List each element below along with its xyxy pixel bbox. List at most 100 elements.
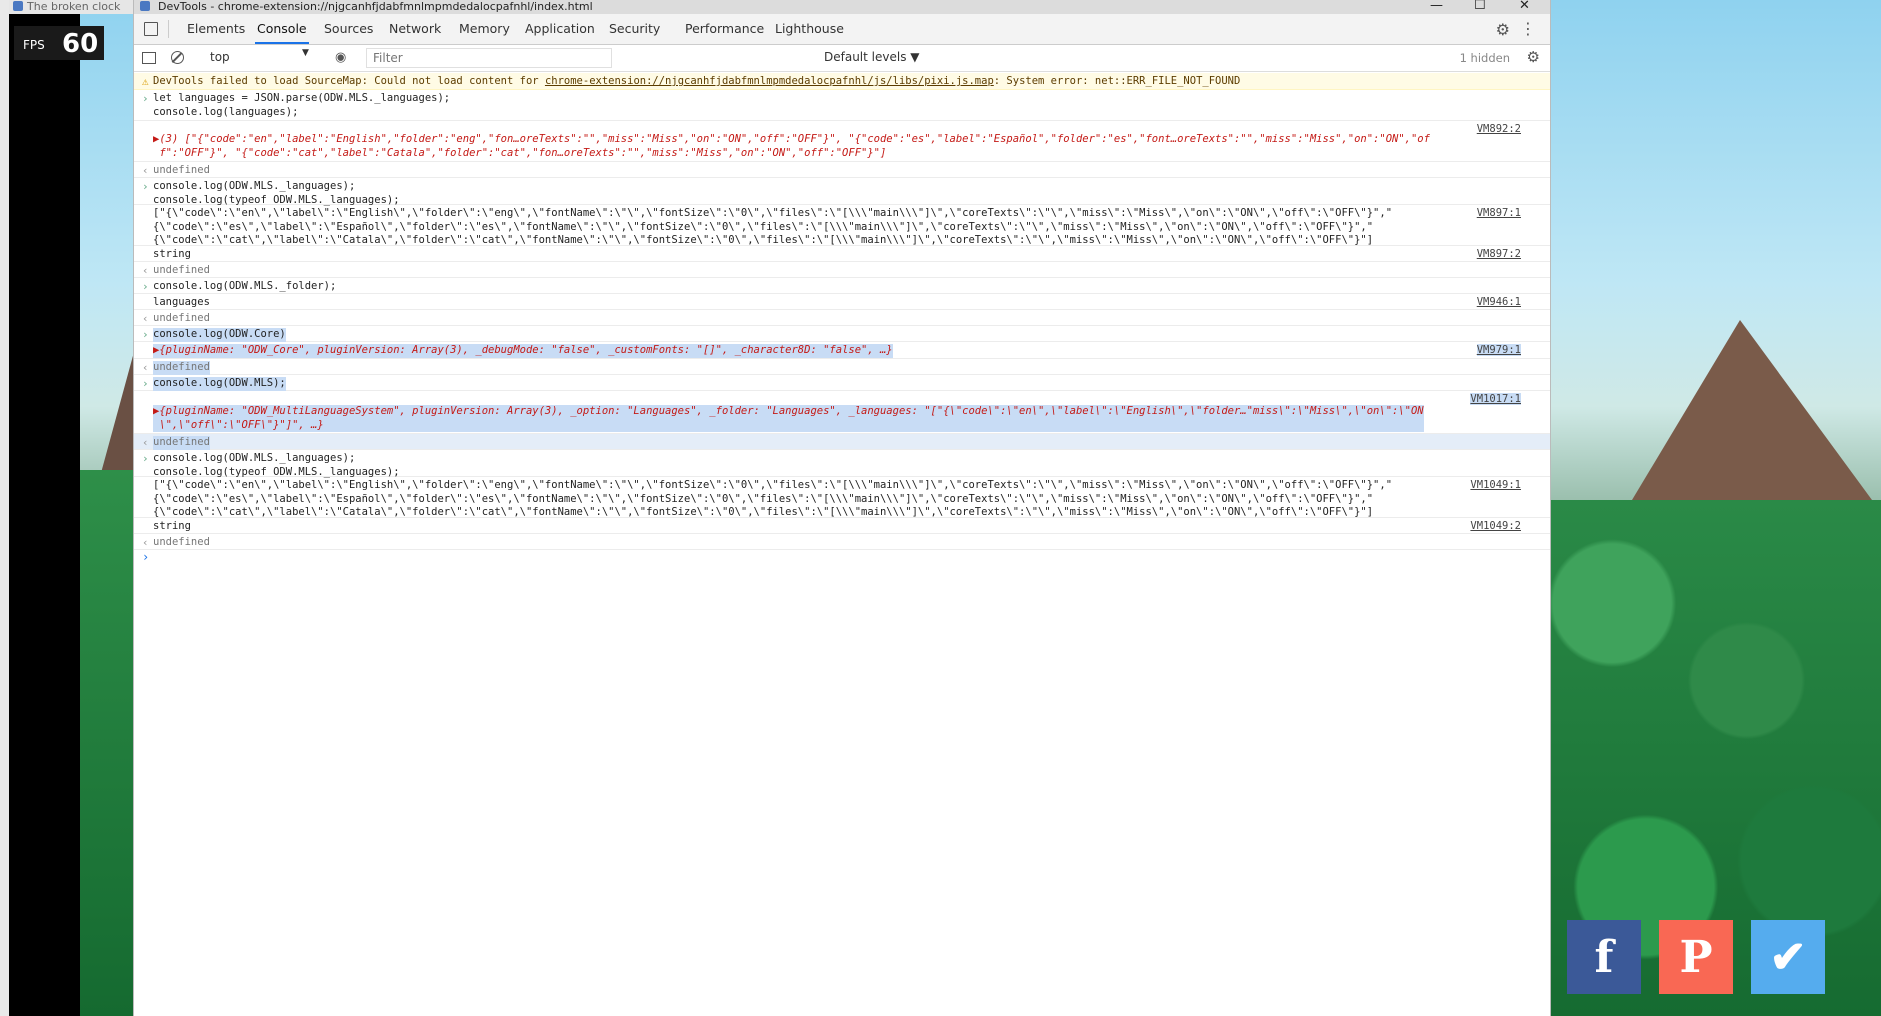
- fps-label: FPS: [23, 38, 45, 52]
- source-link[interactable]: VM1049:2: [1470, 520, 1521, 532]
- console-command: console.log(ODW.MLS._folder);: [153, 280, 337, 292]
- source-link[interactable]: VM1017:1: [1470, 393, 1521, 405]
- console-command: console.log(ODW.MLS._languages); console…: [153, 180, 400, 206]
- game-window-title: The broken clock: [27, 0, 121, 13]
- clear-console-icon[interactable]: [171, 51, 184, 64]
- log-array-output[interactable]: ▶(3) ["{"code":"en","label":"English","f…: [153, 133, 1430, 160]
- result-arrow-icon: ‹: [142, 312, 149, 325]
- tab-lighthouse[interactable]: Lighthouse: [773, 14, 846, 44]
- console-settings-icon[interactable]: ⚙: [1527, 48, 1540, 66]
- source-link[interactable]: VM979:1: [1476, 344, 1521, 356]
- warning-icon: ⚠: [142, 75, 149, 88]
- console-log-row: VM1017:1 ▶{pluginName: "ODW_MultiLanguag…: [134, 391, 1550, 434]
- log-levels-dropdown[interactable]: Default levels ▼: [824, 50, 920, 64]
- tab-application[interactable]: Application: [523, 14, 597, 44]
- fps-value: 60: [62, 29, 99, 59]
- console-prompt[interactable]: ›: [142, 550, 149, 564]
- minimize-button[interactable]: —: [1430, 0, 1443, 13]
- result-arrow-icon: ‹: [142, 264, 149, 277]
- tab-security[interactable]: Security: [607, 14, 662, 44]
- twitter-button[interactable]: ✔: [1751, 920, 1825, 994]
- hidden-messages-count: 1 hidden: [1459, 51, 1510, 65]
- patreon-button[interactable]: P: [1659, 920, 1733, 994]
- console-input-row: › let languages = JSON.parse(ODW.MLS._la…: [134, 90, 1550, 121]
- console-result-row: ‹ undefined: [134, 162, 1550, 178]
- close-button[interactable]: ✕: [1519, 0, 1530, 13]
- devtools-titlebar: DevTools - chrome-extension://njgcanhfjd…: [134, 0, 1550, 14]
- input-chevron-icon: ›: [142, 328, 149, 341]
- maximize-button[interactable]: ☐: [1474, 0, 1486, 13]
- console-result-row: ‹ undefined: [134, 262, 1550, 278]
- twitter-icon: ✔: [1769, 931, 1807, 983]
- input-chevron-icon: ›: [142, 92, 149, 105]
- console-log-row: VM1049:1 ["{\"code\":\"en\",\"label\":\"…: [134, 477, 1550, 518]
- live-expression-eye-icon[interactable]: ◉: [335, 50, 346, 65]
- show-sidebar-icon[interactable]: [142, 52, 156, 64]
- log-type-output: string: [153, 248, 191, 260]
- result-arrow-icon: ‹: [142, 361, 149, 374]
- console-input-row: › console.log(ODW.MLS._folder);: [134, 278, 1550, 294]
- context-dropdown-icon[interactable]: ▼: [302, 48, 309, 58]
- tab-network[interactable]: Network: [387, 14, 443, 44]
- console-log-row: VM979:1 ▶{pluginName: "ODW_Core", plugin…: [134, 342, 1550, 359]
- source-link[interactable]: VM897:1: [1477, 207, 1521, 219]
- source-link[interactable]: VM1049:1: [1470, 479, 1521, 491]
- log-output: languages: [153, 296, 210, 308]
- log-type-output: string: [153, 520, 191, 532]
- result-value: undefined: [153, 164, 210, 176]
- result-arrow-icon: ‹: [142, 536, 149, 549]
- source-link[interactable]: VM897:2: [1477, 248, 1521, 260]
- result-arrow-icon: ‹: [142, 164, 149, 177]
- input-chevron-icon: ›: [142, 452, 149, 465]
- console-output[interactable]: ⚠ DevTools failed to load SourceMap: Cou…: [134, 72, 1550, 1016]
- result-value: undefined: [153, 264, 210, 276]
- divider: [168, 20, 169, 38]
- desktop-strip: [0, 0, 9, 1016]
- tab-elements[interactable]: Elements: [185, 14, 247, 44]
- game-window-tab[interactable]: The broken clock: [9, 0, 133, 14]
- console-input-row: › console.log(ODW.MLS);: [134, 375, 1550, 391]
- console-log-row: VM897:2 string: [134, 246, 1550, 262]
- console-log-row: VM897:1 ["{\"code\":\"en\",\"label\":\"E…: [134, 205, 1550, 246]
- tab-console[interactable]: Console: [255, 14, 309, 44]
- source-link[interactable]: VM946:1: [1477, 296, 1521, 308]
- filter-input[interactable]: [366, 48, 612, 68]
- console-result-row: ‹ undefined: [134, 310, 1550, 326]
- inspect-element-icon[interactable]: [144, 22, 158, 36]
- tab-performance[interactable]: Performance: [683, 14, 766, 44]
- result-value: undefined: [153, 312, 210, 324]
- console-log-row: VM1049:2 string: [134, 518, 1550, 534]
- console-result-row: ‹ undefined: [134, 434, 1550, 450]
- log-object-output[interactable]: ▶{pluginName: "ODW_Core", pluginVersion:…: [153, 344, 893, 358]
- warning-link[interactable]: chrome-extension://njgcanhfjdabfmnlmpmde…: [545, 75, 994, 87]
- patreon-icon: P: [1679, 931, 1713, 983]
- log-string-output: ["{\"code\":\"en\",\"label\":\"English\"…: [153, 207, 1393, 246]
- input-chevron-icon: ›: [142, 377, 149, 390]
- devtools-window: DevTools - chrome-extension://njgcanhfjd…: [133, 0, 1551, 1016]
- fps-counter: FPS 60: [14, 26, 104, 60]
- result-value: undefined: [153, 536, 210, 548]
- facebook-icon: f: [1594, 931, 1614, 983]
- input-chevron-icon: ›: [142, 280, 149, 293]
- log-string-output: ["{\"code\":\"en\",\"label\":\"English\"…: [153, 479, 1393, 518]
- devtools-icon: [140, 1, 150, 11]
- app-icon: [13, 1, 23, 11]
- console-toolbar: top ▼ ◉ Default levels ▼ 1 hidden ⚙: [134, 45, 1550, 72]
- console-log-row: VM946:1 languages: [134, 294, 1550, 310]
- settings-gear-icon[interactable]: ⚙: [1496, 20, 1510, 39]
- console-command: console.log(ODW.MLS._languages); console…: [153, 452, 400, 478]
- console-input-row: › console.log(ODW.MLS._languages); conso…: [134, 450, 1550, 478]
- console-result-row: ‹ undefined: [134, 534, 1550, 550]
- result-value: undefined: [153, 361, 210, 375]
- console-command: console.log(ODW.Core): [153, 328, 286, 342]
- log-object-output[interactable]: ▶{pluginName: "ODW_MultiLanguageSystem",…: [153, 405, 1424, 432]
- forest-left: [80, 470, 135, 1016]
- console-input-row: › console.log(ODW.MLS._languages); conso…: [134, 178, 1550, 206]
- tab-memory[interactable]: Memory: [457, 14, 512, 44]
- tab-sources[interactable]: Sources: [322, 14, 375, 44]
- more-options-icon[interactable]: ⋮: [1520, 19, 1536, 38]
- warning-message: DevTools failed to load SourceMap: Could…: [153, 75, 1241, 87]
- source-link[interactable]: VM892:2: [1477, 123, 1521, 135]
- input-chevron-icon: ›: [142, 180, 149, 193]
- facebook-button[interactable]: f: [1567, 920, 1641, 994]
